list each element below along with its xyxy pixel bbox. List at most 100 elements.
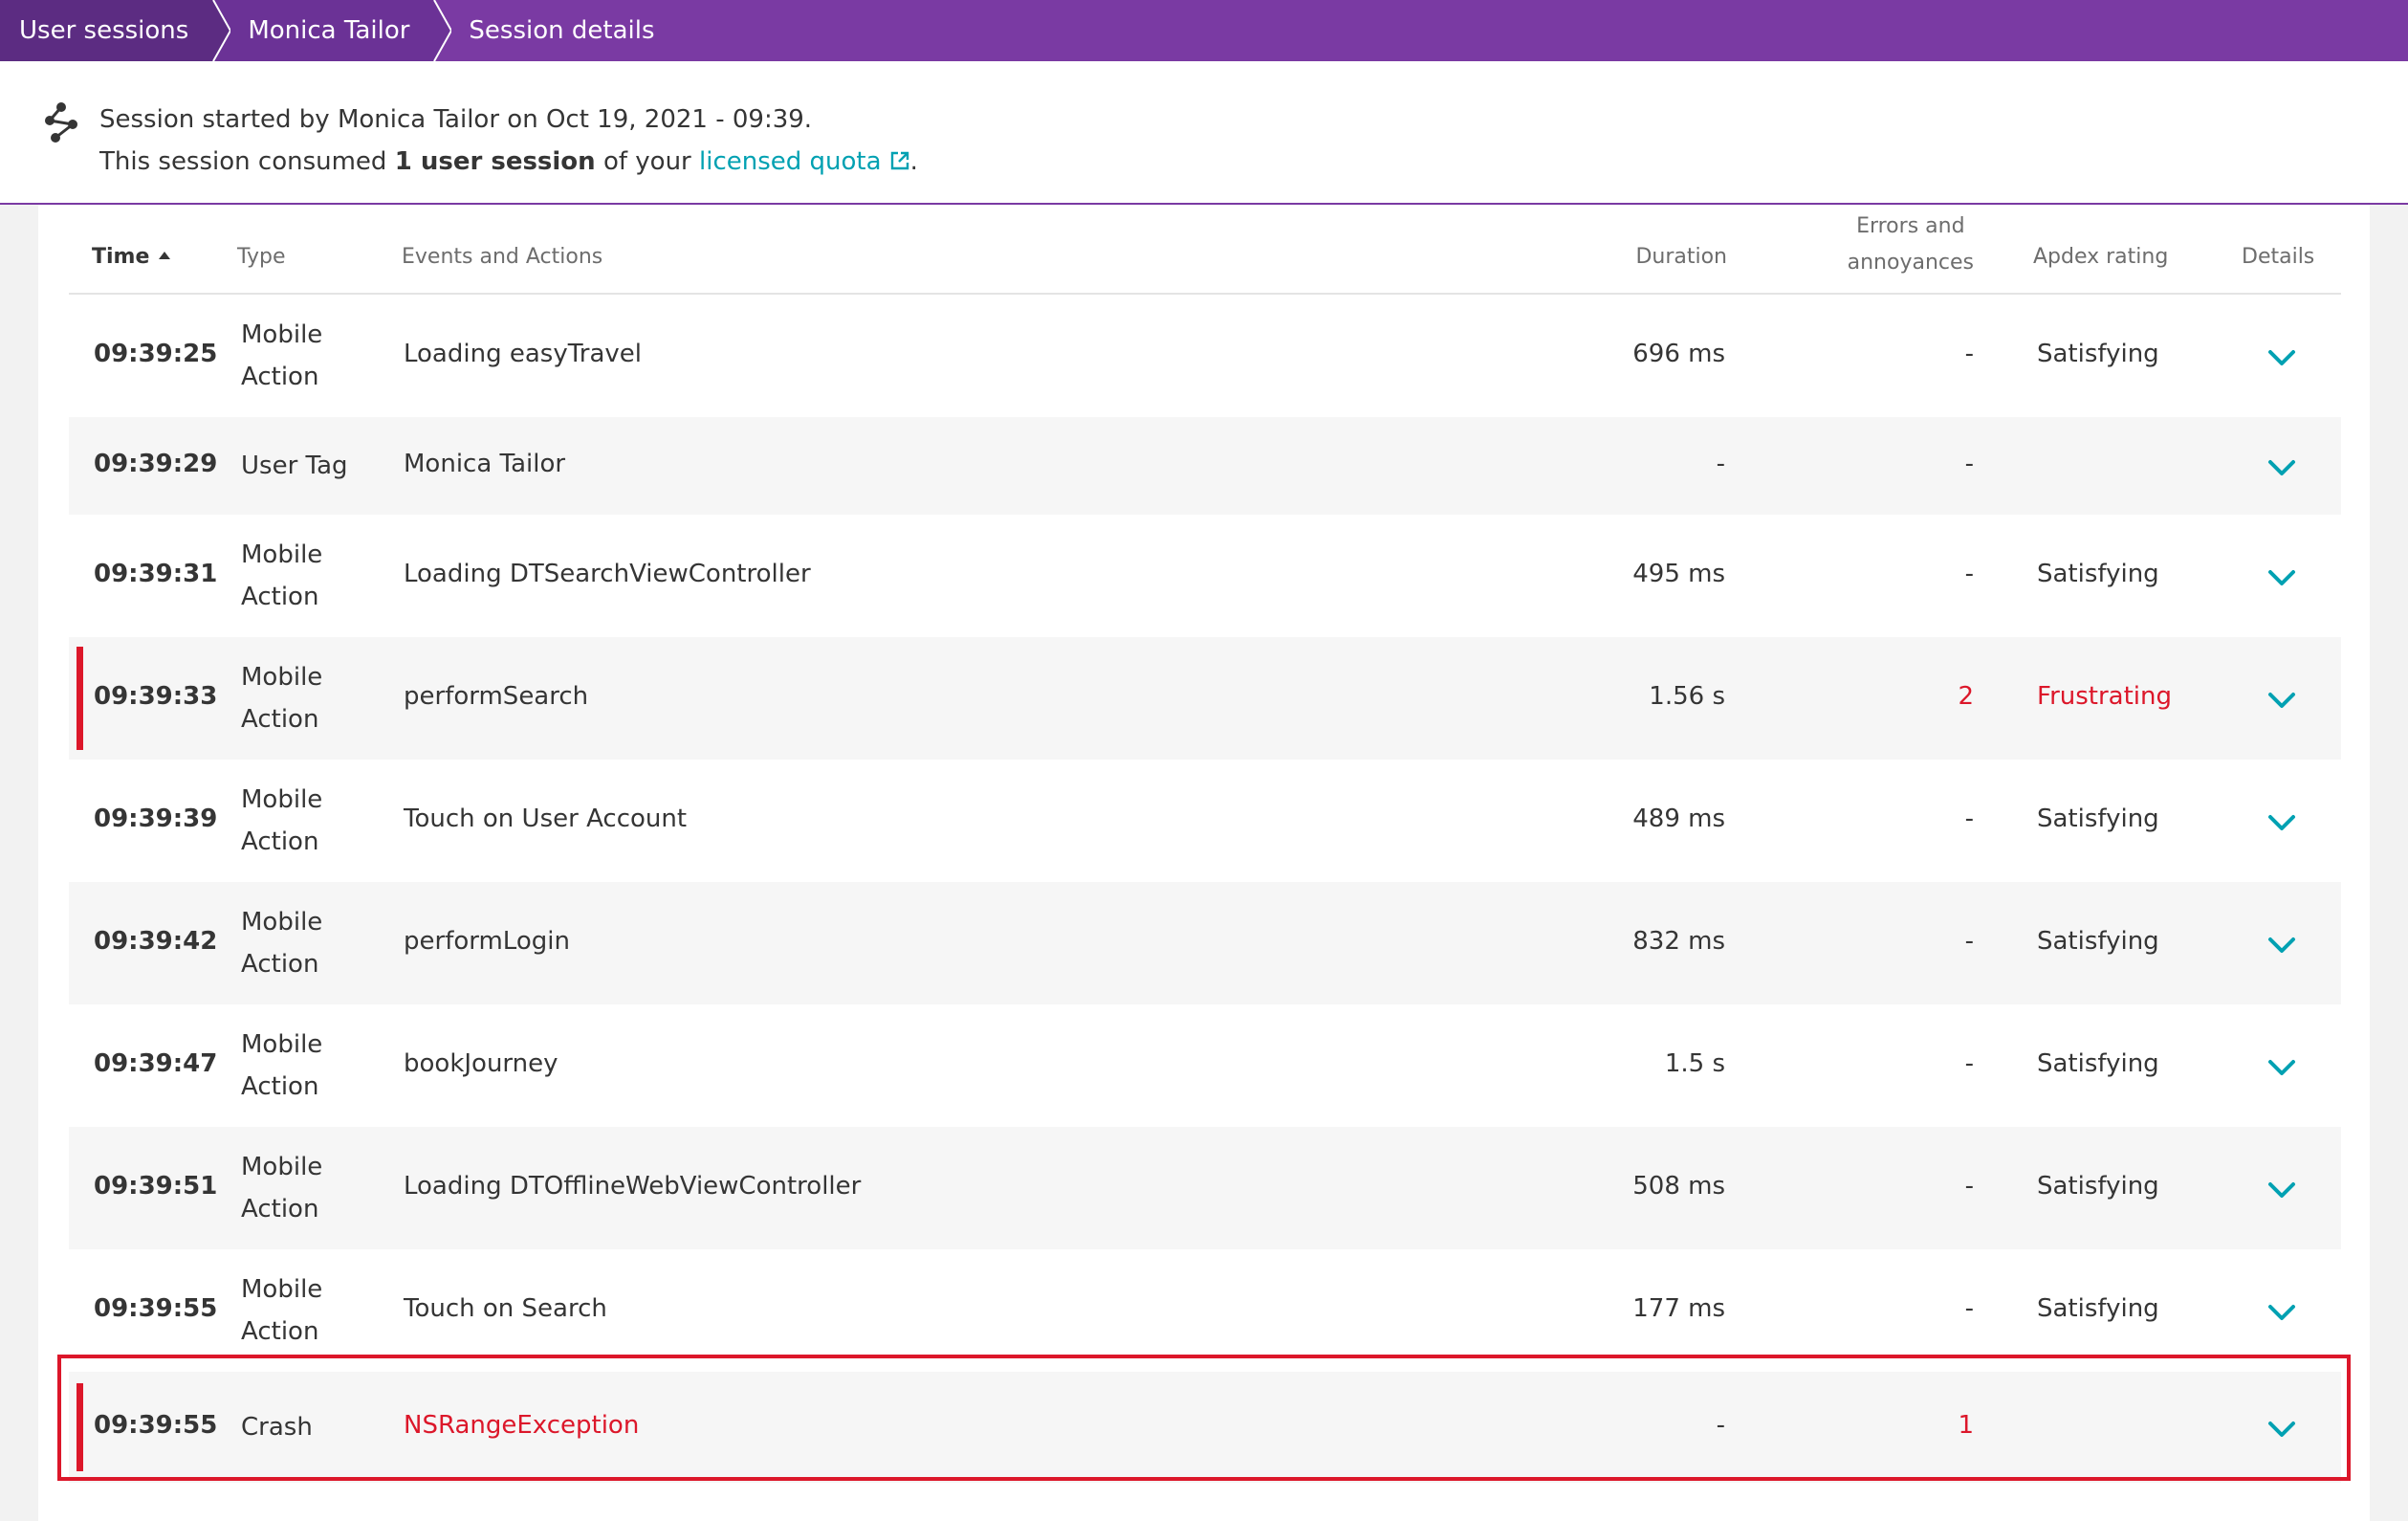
row-duration: 696 ms: [1632, 340, 1725, 368]
chevron-down-icon[interactable]: [2265, 451, 2299, 485]
breadcrumb-session-details: Session details: [434, 0, 679, 61]
row-type: Mobile Action: [241, 1268, 322, 1353]
row-apdex: Satisfying: [2037, 340, 2159, 368]
table-row[interactable]: 09:39:42 Mobile Action performLogin 832 ms - S…: [69, 882, 2341, 1004]
row-event: performSearch: [404, 682, 589, 711]
row-time: 09:39:39: [94, 805, 218, 833]
row-type-line: Mobile: [241, 320, 323, 349]
row-type: Mobile Action: [241, 1146, 322, 1230]
chevron-down-icon[interactable]: [2265, 1412, 2299, 1446]
chevron-down-icon[interactable]: [2265, 805, 2299, 840]
chevron-down-icon[interactable]: [2265, 1050, 2299, 1085]
row-type-line: Action: [241, 583, 319, 611]
row-time: 09:39:55: [94, 1411, 218, 1440]
session-actions-panel: Time Type Events and Actions Duration Er…: [38, 205, 2370, 1521]
row-type: Crash: [241, 1406, 313, 1448]
breadcrumb-monica-tailor[interactable]: Monica Tailor: [213, 0, 452, 61]
table-row[interactable]: 09:39:31 Mobile Action Loading DTSearchView…: [69, 515, 2341, 637]
row-errors: -: [1964, 1294, 1974, 1323]
row-time: 09:39:42: [94, 927, 218, 956]
quota-prefix: This session consumed: [99, 147, 395, 176]
table-row[interactable]: 09:39:47 Mobile Action bookJourney 1.5 s - Sat…: [69, 1004, 2341, 1127]
row-errors: -: [1964, 927, 1974, 956]
column-header-events: Events and Actions: [402, 245, 603, 269]
row-errors: -: [1964, 1172, 1974, 1201]
row-event: Touch on User Account: [404, 805, 688, 833]
external-link-icon[interactable]: [889, 150, 910, 171]
column-header-time[interactable]: Time: [92, 245, 171, 269]
row-type-line: Mobile: [241, 785, 323, 814]
table-row[interactable]: 09:39:33 Mobile Action performSearch 1.56 s 2…: [69, 637, 2341, 760]
sort-ascending-icon: [159, 252, 171, 259]
row-type-line: Action: [241, 1195, 319, 1223]
session-started-text: Session started by Monica Tailor on Oct …: [99, 105, 813, 134]
row-event: Touch on Search: [404, 1294, 607, 1323]
row-apdex: Satisfying: [2037, 1294, 2159, 1323]
breadcrumb-separator-icon: [211, 0, 231, 61]
row-errors: -: [1964, 450, 1974, 478]
error-indicator-bar: [77, 647, 83, 750]
row-apdex: Satisfying: [2037, 1049, 2159, 1078]
actions-table-body: 09:39:25 Mobile Action Loading easyTravel 69…: [69, 295, 2341, 1483]
row-event: Loading DTSearchViewController: [404, 560, 811, 588]
row-type-line: Mobile: [241, 908, 323, 937]
row-time: 09:39:31: [94, 560, 218, 588]
row-errors: 2: [1958, 682, 1974, 711]
row-duration: 508 ms: [1632, 1172, 1725, 1201]
row-errors: -: [1964, 805, 1974, 833]
row-type-line: Mobile: [241, 540, 323, 569]
column-header-type: Type: [237, 245, 286, 269]
column-header-duration: Duration: [1635, 245, 1727, 269]
breadcrumb: User sessions Monica Tailor Session deta…: [0, 0, 2408, 61]
column-header-apdex: Apdex rating: [2033, 245, 2169, 269]
column-label: Time: [92, 245, 150, 269]
row-apdex: Satisfying: [2037, 560, 2159, 588]
row-errors: -: [1964, 340, 1974, 368]
breadcrumb-user-sessions[interactable]: User sessions: [0, 0, 231, 61]
quota-amount: 1 user session: [394, 147, 596, 176]
row-duration: 489 ms: [1632, 805, 1725, 833]
quota-middle: of your: [595, 147, 700, 176]
table-row[interactable]: 09:39:51 Mobile Action Loading DTOfflineWeb…: [69, 1127, 2341, 1249]
row-duration: -: [1716, 1411, 1725, 1440]
row-type-line: Action: [241, 363, 319, 391]
row-apdex: Frustrating: [2037, 682, 2172, 711]
chevron-down-icon[interactable]: [2265, 1295, 2299, 1330]
table-row[interactable]: 09:39:29 User Tag Monica Tailor - -: [69, 417, 2341, 515]
row-errors: -: [1964, 1049, 1974, 1078]
licensed-quota-link[interactable]: licensed quota: [699, 147, 882, 176]
row-type: Mobile Action: [241, 1024, 322, 1108]
breadcrumb-label: User sessions: [19, 16, 189, 45]
table-row-crash[interactable]: 09:39:55 Crash NSRangeException - 1: [69, 1372, 2341, 1483]
row-type-line: User Tag: [241, 452, 348, 480]
row-duration: -: [1716, 450, 1725, 478]
row-type-line: Mobile: [241, 1275, 323, 1304]
row-duration: 1.56 s: [1649, 682, 1725, 711]
row-duration: 495 ms: [1632, 560, 1725, 588]
row-duration: 832 ms: [1632, 927, 1725, 956]
row-type: Mobile Action: [241, 656, 322, 740]
row-time: 09:39:47: [94, 1049, 218, 1078]
row-type-line: Action: [241, 705, 319, 734]
row-type-line: Action: [241, 1317, 319, 1346]
table-row[interactable]: 09:39:25 Mobile Action Loading easyTravel 69…: [69, 295, 2341, 417]
breadcrumb-label: Monica Tailor: [248, 16, 410, 45]
chevron-down-icon[interactable]: [2265, 928, 2299, 962]
column-header-details: Details: [2242, 245, 2315, 269]
row-time: 09:39:33: [94, 682, 218, 711]
row-type: Mobile Action: [241, 901, 322, 985]
column-label: annoyances: [1847, 251, 1974, 275]
table-header: Time Type Events and Actions Duration Er…: [69, 205, 2341, 295]
chevron-down-icon[interactable]: [2265, 1173, 2299, 1207]
row-type-line: Action: [241, 950, 319, 979]
table-row[interactable]: 09:39:55 Mobile Action Touch on Search 177 m…: [69, 1249, 2341, 1372]
row-time: 09:39:29: [94, 450, 218, 478]
table-row[interactable]: 09:39:39 Mobile Action Touch on User Accoun…: [69, 760, 2341, 882]
chevron-down-icon[interactable]: [2265, 683, 2299, 717]
chevron-down-icon[interactable]: [2265, 561, 2299, 595]
row-errors: -: [1964, 560, 1974, 588]
column-label: Errors and: [1856, 214, 1965, 238]
chevron-down-icon[interactable]: [2265, 341, 2299, 375]
row-event[interactable]: NSRangeException: [404, 1411, 639, 1440]
row-type-line: Crash: [241, 1413, 313, 1442]
